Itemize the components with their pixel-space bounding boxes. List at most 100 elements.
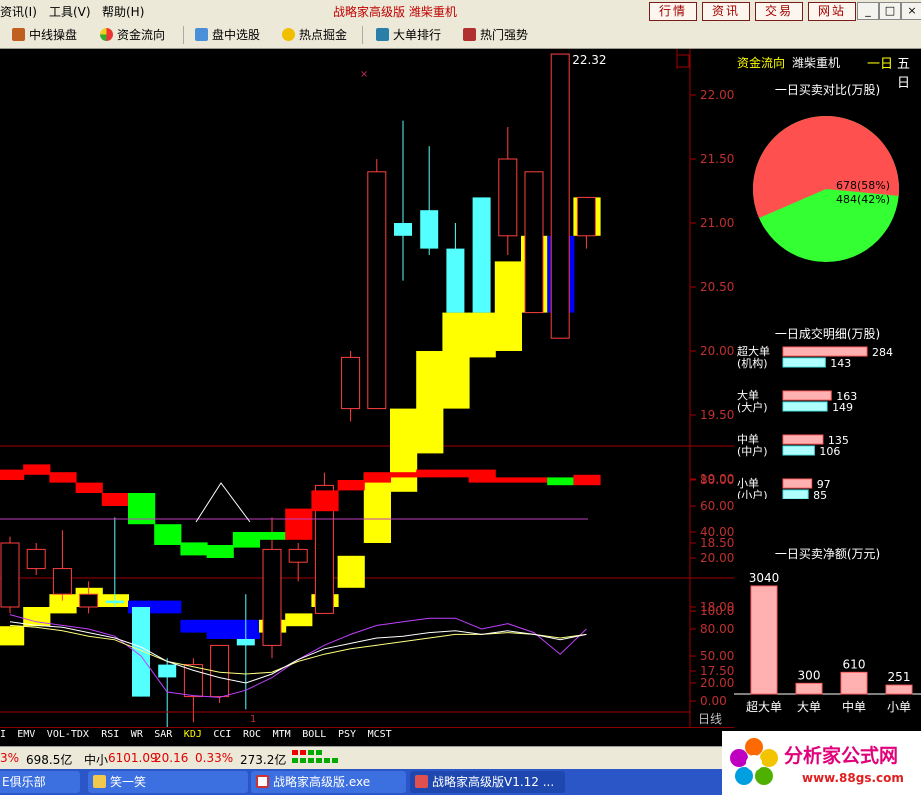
net-bars: 3040 超大单 300 大单 610 中单 251 小单 <box>734 571 921 714</box>
indicator-block <box>468 469 496 483</box>
y-tick-label: 60.00 <box>700 499 734 513</box>
mini-bar <box>332 758 338 763</box>
task-joke[interactable]: 笑一笑 <box>88 771 248 793</box>
task-main-app[interactable]: 战略家高级版V1.12 ... <box>410 771 565 793</box>
indicator-tab-mcst[interactable]: MCST <box>368 729 392 740</box>
trend-band-block <box>0 626 25 646</box>
menu-tools[interactable]: 工具(V) <box>49 3 91 20</box>
indicator-block <box>128 493 156 525</box>
pie-chart-icon <box>100 28 113 41</box>
indicator-block <box>390 472 418 478</box>
site-logo: 分析家公式网 www.88gs.com <box>722 731 921 795</box>
trend-band-block <box>494 261 522 351</box>
triangle-marker <box>195 482 251 523</box>
flower-logo-icon <box>730 738 778 785</box>
y-tick-label: 100.00 <box>700 604 734 618</box>
candle-body <box>52 568 72 595</box>
net-bar-label: 中单 <box>842 699 866 714</box>
y-tick-label: 20.50 <box>700 280 734 294</box>
toolbar-hotstrong-button[interactable]: 热门强势 <box>463 26 528 43</box>
indicator-tab-cci[interactable]: CCI <box>213 729 231 740</box>
chart-area[interactable]: 22.0021.5021.0020.5020.0019.5019.0018.50… <box>0 49 734 727</box>
detail-sell-bar <box>782 489 809 499</box>
toolbar-label: 资金流向 <box>117 28 166 42</box>
market-button[interactable]: 行情 <box>649 2 697 21</box>
toolbar-midline-button[interactable]: 中线操盘 <box>12 26 77 43</box>
toolbar-label: 中线操盘 <box>29 28 78 42</box>
minimize-button[interactable]: _ <box>857 2 879 20</box>
toolbar-divider <box>362 26 363 44</box>
status-mini-bars <box>292 750 352 766</box>
indicator-tab-boll[interactable]: BOLL <box>302 729 326 740</box>
detail-sell-bar <box>782 401 828 412</box>
task-exe[interactable]: 战略家高级版.exe <box>251 771 406 793</box>
y-tick-label: 20.00 <box>700 344 734 358</box>
toolbar-fundflow-button[interactable]: 资金流向 <box>100 26 165 43</box>
indicator-block <box>206 545 234 558</box>
toolbar: 中线操盘 资金流向 盘中选股 热点掘金 大单排行 热门强势 <box>0 22 921 49</box>
tab-fund-flow[interactable]: 资金流向 <box>737 54 786 71</box>
indicator-tab-rsi[interactable]: RSI <box>101 729 119 740</box>
trend-band-block <box>154 600 182 614</box>
status-index-name: 中小 <box>84 753 109 767</box>
trend-band-block <box>468 312 496 358</box>
task-label: 笑一笑 <box>110 775 147 789</box>
indicator-tab-wr[interactable]: WR <box>131 729 143 740</box>
toolbar-hotspot-button[interactable]: 热点掘金 <box>282 26 347 43</box>
indicator-block <box>154 524 182 545</box>
j-line <box>9 614 587 698</box>
menu-help[interactable]: 帮助(H) <box>102 3 144 20</box>
toolbar-stockpick-button[interactable]: 盘中选股 <box>195 26 260 43</box>
y-tick-label: 80.00 <box>700 622 734 636</box>
trend-band-block <box>285 613 313 627</box>
indicator-tab-i[interactable]: I <box>0 729 6 740</box>
candle-body <box>420 210 439 249</box>
indicator-tab-roc[interactable]: ROC <box>243 729 261 740</box>
detail-row-sub: (小户) <box>737 488 768 499</box>
website-button[interactable]: 网站 <box>808 2 856 21</box>
hammer-icon <box>12 28 25 41</box>
indicator-block <box>311 490 339 512</box>
menu-info[interactable]: 资讯(I) <box>0 3 37 20</box>
candle-body <box>524 171 544 314</box>
detail-sell-value: 143 <box>830 357 851 370</box>
indicator-block <box>285 508 313 540</box>
indicator-tab-kdj[interactable]: KDJ <box>184 729 202 740</box>
indicator-tab-sar[interactable]: SAR <box>154 729 172 740</box>
candle-body <box>341 356 361 410</box>
trend-band-block <box>363 472 391 543</box>
indicator-block <box>75 482 103 493</box>
toolbar-label: 热门强势 <box>480 28 529 42</box>
indicator-tab-emv[interactable]: EMV <box>17 729 35 740</box>
toolbar-bigorder-button[interactable]: 大单排行 <box>376 26 441 43</box>
trend-band-block <box>232 619 260 639</box>
net-bar-value: 610 <box>843 657 866 671</box>
trade-button[interactable]: 交易 <box>755 2 803 21</box>
status-pct: 3% <box>0 751 20 765</box>
candle-body <box>446 248 465 313</box>
close-button[interactable]: × <box>901 2 921 20</box>
indicator-tab-vol-tdx[interactable]: VOL-TDX <box>47 729 89 740</box>
candle-body <box>498 158 518 237</box>
task-label: E俱乐部 <box>2 775 46 789</box>
indicator-block <box>547 477 575 486</box>
indicator-tab-psy[interactable]: PSY <box>338 729 356 740</box>
indicator-block <box>232 532 260 548</box>
candle-body <box>367 171 387 410</box>
period-tab-1day[interactable]: 一日 <box>867 53 893 72</box>
maximize-button[interactable]: □ <box>879 2 901 20</box>
news-button[interactable]: 资讯 <box>702 2 750 21</box>
net-bar-value: 300 <box>798 668 821 682</box>
indicator-tab-mtm[interactable]: MTM <box>273 729 291 740</box>
y-tick-label: 0.00 <box>700 694 727 708</box>
price-pane: 22.0021.5021.0020.5020.0019.5019.0018.50… <box>0 49 734 727</box>
candle-body <box>550 53 570 339</box>
menu-bar: 资讯(I) 工具(V) 帮助(H) 战略家高级版 潍柴重机 行情 资讯 交易 网… <box>0 0 921 23</box>
task-club[interactable]: E俱乐部 <box>0 771 80 793</box>
detail-row-sub: (中户) <box>737 444 768 458</box>
status-amount: 698.5亿 <box>26 753 73 767</box>
status-volume: 273.2亿 <box>240 753 287 767</box>
detail-bars: 超大单(机构)284143大单(大户)163149中单(中户)135106小单(… <box>737 344 893 499</box>
app-title: 战略家高级版 潍柴重机 <box>333 5 457 19</box>
detail-sell-value: 85 <box>813 489 827 499</box>
